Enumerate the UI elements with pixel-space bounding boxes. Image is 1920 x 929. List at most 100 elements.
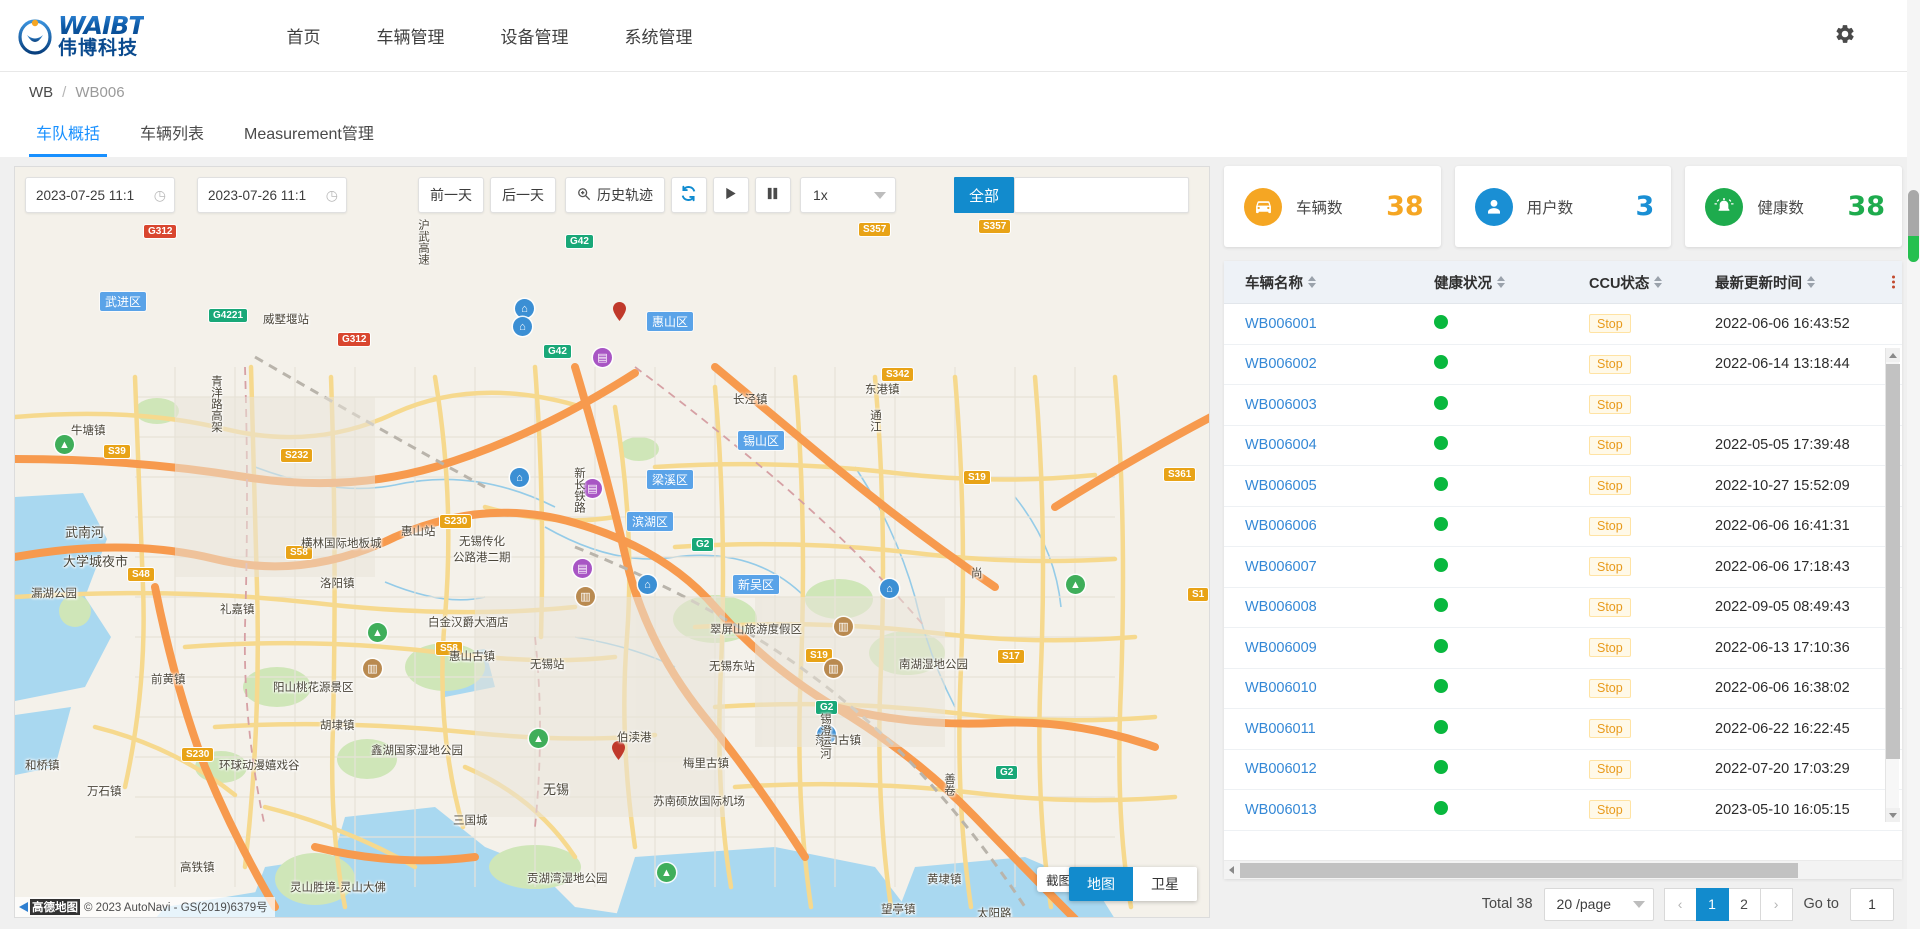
tab-measurement-manage[interactable]: Measurement管理 xyxy=(237,127,381,157)
nav-item-system[interactable]: 系统管理 xyxy=(624,23,692,48)
table-row[interactable]: WB006003 Stop xyxy=(1224,385,1902,426)
page-scrollbar[interactable] xyxy=(1907,0,1920,929)
pagination-bar: Total 38 20 /page ‹ 1 2 › Go to xyxy=(1224,879,1902,929)
column-header-updated-time[interactable]: 最新更新时间 xyxy=(1715,272,1880,293)
brand-logo[interactable]: WAIBT 伟博科技 xyxy=(14,13,145,58)
health-status-dot xyxy=(1434,800,1448,815)
vertical-scroll-thumb[interactable] xyxy=(1886,364,1900,759)
vehicle-table-header: 车辆名称 健康状况 CCU状态 最新更新时间 xyxy=(1224,261,1902,304)
start-datetime-field[interactable]: 2023-07-25 11:1 ◷ xyxy=(25,177,175,213)
breadcrumb-root[interactable]: WB xyxy=(29,84,53,101)
table-row[interactable]: WB006010 Stop 2022-06-06 16:38:02 xyxy=(1224,669,1902,709)
cell-vehicle-name[interactable]: WB006001 xyxy=(1245,316,1317,332)
gear-icon xyxy=(1834,23,1856,48)
cell-vehicle-name[interactable]: WB006008 xyxy=(1245,599,1317,615)
health-status-dot xyxy=(1434,557,1448,572)
end-datetime-field[interactable]: 2023-07-26 11:1 ◷ xyxy=(197,177,347,213)
settings-button[interactable] xyxy=(1832,23,1858,49)
prev-day-button[interactable]: 前一天 xyxy=(417,177,484,213)
table-vertical-scrollbar[interactable] xyxy=(1885,348,1900,822)
cell-updated-time: 2022-06-13 17:10:36 xyxy=(1715,639,1850,656)
scroll-left-arrow-icon[interactable] xyxy=(1224,866,1238,874)
column-header-health[interactable]: 健康状况 xyxy=(1434,272,1589,293)
horizontal-scroll-thumb[interactable] xyxy=(1240,862,1798,878)
ccu-status-badge: Stop xyxy=(1589,800,1631,820)
playback-speed-select[interactable]: 1x xyxy=(799,177,896,213)
cell-vehicle-name[interactable]: WB006002 xyxy=(1245,356,1317,372)
table-row[interactable]: WB006007 Stop 2022-06-06 17:18:43 xyxy=(1224,547,1902,588)
sort-icon[interactable] xyxy=(1497,276,1505,288)
pause-icon xyxy=(765,186,780,204)
nav-item-vehicle[interactable]: 车辆管理 xyxy=(376,23,444,48)
table-row[interactable]: WB006009 Stop 2022-06-13 17:10:36 xyxy=(1224,628,1902,669)
map-type-standard[interactable]: 地图 xyxy=(1069,867,1133,901)
cell-vehicle-name[interactable]: WB006005 xyxy=(1245,478,1317,494)
horizontal-scroll-track[interactable] xyxy=(1238,862,1902,878)
pagination-goto-input[interactable] xyxy=(1850,887,1894,921)
clock-icon: ◷ xyxy=(153,186,166,203)
all-vehicles-button[interactable]: 全部 xyxy=(953,177,1014,213)
table-row[interactable]: WB006006 Stop 2022-06-06 16:41:31 xyxy=(1224,507,1902,547)
table-row[interactable]: WB006005 Stop 2022-10-27 15:52:09 xyxy=(1224,466,1902,507)
map-panel[interactable]: 武进区 惠山区 锡山区 梁溪区 滨湖区 新吴区 G312 G312 G4221 … xyxy=(14,166,1210,918)
cell-vehicle-name[interactable]: WB006009 xyxy=(1245,640,1317,656)
map-type-switch: 地图 卫星 xyxy=(1069,867,1197,901)
sort-icon[interactable] xyxy=(1807,276,1815,288)
health-status-dot xyxy=(1434,719,1448,734)
cell-vehicle-name[interactable]: WB006007 xyxy=(1245,559,1317,575)
sort-icon[interactable] xyxy=(1654,276,1663,288)
table-row[interactable]: WB006012 Stop 2022-07-20 17:03:29 xyxy=(1224,750,1902,790)
vehicle-table-body[interactable]: WB006001 Stop 2022-06-06 16:43:52 WB0060… xyxy=(1224,304,1902,860)
stat-card-health[interactable]: 健康数 38 xyxy=(1685,166,1903,247)
tab-vehicle-list[interactable]: 车辆列表 xyxy=(133,127,211,157)
table-horizontal-scrollbar[interactable] xyxy=(1224,860,1902,879)
table-row[interactable]: WB006001 Stop 2022-06-06 16:43:52 xyxy=(1224,304,1902,345)
stat-label-health: 健康数 xyxy=(1757,199,1804,217)
scroll-up-arrow-icon[interactable] xyxy=(1886,348,1900,362)
pagination-page-1[interactable]: 1 xyxy=(1695,887,1729,921)
ccu-status-badge: Stop xyxy=(1589,354,1631,374)
page-size-select[interactable]: 20 /page xyxy=(1543,887,1654,921)
stat-card-vehicles[interactable]: 车辆数 38 xyxy=(1224,166,1441,247)
cell-vehicle-name[interactable]: WB006012 xyxy=(1245,761,1317,777)
cell-vehicle-name[interactable]: WB006013 xyxy=(1245,802,1317,818)
stat-card-users[interactable]: 用户数 3 xyxy=(1454,166,1672,247)
map-attribution: 高德地图 © 2023 AutoNavi - GS(2019)6379号 xyxy=(15,897,275,917)
clock-icon: ◷ xyxy=(325,186,338,203)
ccu-status-badge: Stop xyxy=(1589,557,1631,577)
cell-vehicle-name[interactable]: WB006011 xyxy=(1245,721,1316,737)
breadcrumb-current[interactable]: WB006 xyxy=(75,84,124,101)
map-canvas[interactable] xyxy=(15,167,1209,917)
map-type-satellite[interactable]: 卫星 xyxy=(1133,867,1197,901)
pause-button[interactable] xyxy=(754,177,791,213)
pagination-prev-button[interactable]: ‹ xyxy=(1663,887,1697,921)
tab-fleet-overview[interactable]: 车队概括 xyxy=(29,127,108,157)
history-track-button[interactable]: 历史轨迹 xyxy=(564,177,665,213)
table-row[interactable]: WB006004 Stop 2022-05-05 17:39:48 xyxy=(1224,426,1902,466)
vehicle-search-input[interactable] xyxy=(1014,177,1189,213)
health-status-dot xyxy=(1434,395,1448,410)
cell-vehicle-name[interactable]: WB006004 xyxy=(1245,437,1317,453)
page-scroll-thumb[interactable] xyxy=(1908,190,1919,262)
table-row[interactable]: WB006008 Stop 2022-09-05 08:49:43 xyxy=(1224,588,1902,628)
main-navigation: 首页 车辆管理 设备管理 系统管理 xyxy=(286,23,692,48)
app-header: WAIBT 伟博科技 首页 车辆管理 设备管理 系统管理 xyxy=(0,0,1920,72)
table-row[interactable]: WB006002 Stop 2022-06-14 13:18:44 xyxy=(1224,345,1902,385)
pagination-page-2[interactable]: 2 xyxy=(1727,887,1761,921)
sort-icon[interactable] xyxy=(1308,276,1316,288)
column-header-vehicle-name[interactable]: 车辆名称 xyxy=(1224,272,1434,293)
nav-item-device[interactable]: 设备管理 xyxy=(500,23,568,48)
cell-vehicle-name[interactable]: WB006006 xyxy=(1245,518,1317,534)
pagination-next-button[interactable]: › xyxy=(1759,887,1793,921)
play-button[interactable] xyxy=(712,177,749,213)
nav-item-home[interactable]: 首页 xyxy=(286,23,320,48)
table-row[interactable]: WB006013 Stop 2023-05-10 16:05:15 xyxy=(1224,790,1902,831)
cell-vehicle-name[interactable]: WB006010 xyxy=(1245,680,1317,696)
column-settings-icon[interactable] xyxy=(1892,275,1895,289)
cell-vehicle-name[interactable]: WB006003 xyxy=(1245,397,1317,413)
scroll-down-arrow-icon[interactable] xyxy=(1886,808,1900,822)
refresh-button[interactable] xyxy=(670,177,707,213)
table-row[interactable]: WB006011 Stop 2022-06-22 16:22:45 xyxy=(1224,709,1902,750)
next-day-button[interactable]: 后一天 xyxy=(489,177,556,213)
column-header-ccu-status[interactable]: CCU状态 xyxy=(1589,272,1715,293)
